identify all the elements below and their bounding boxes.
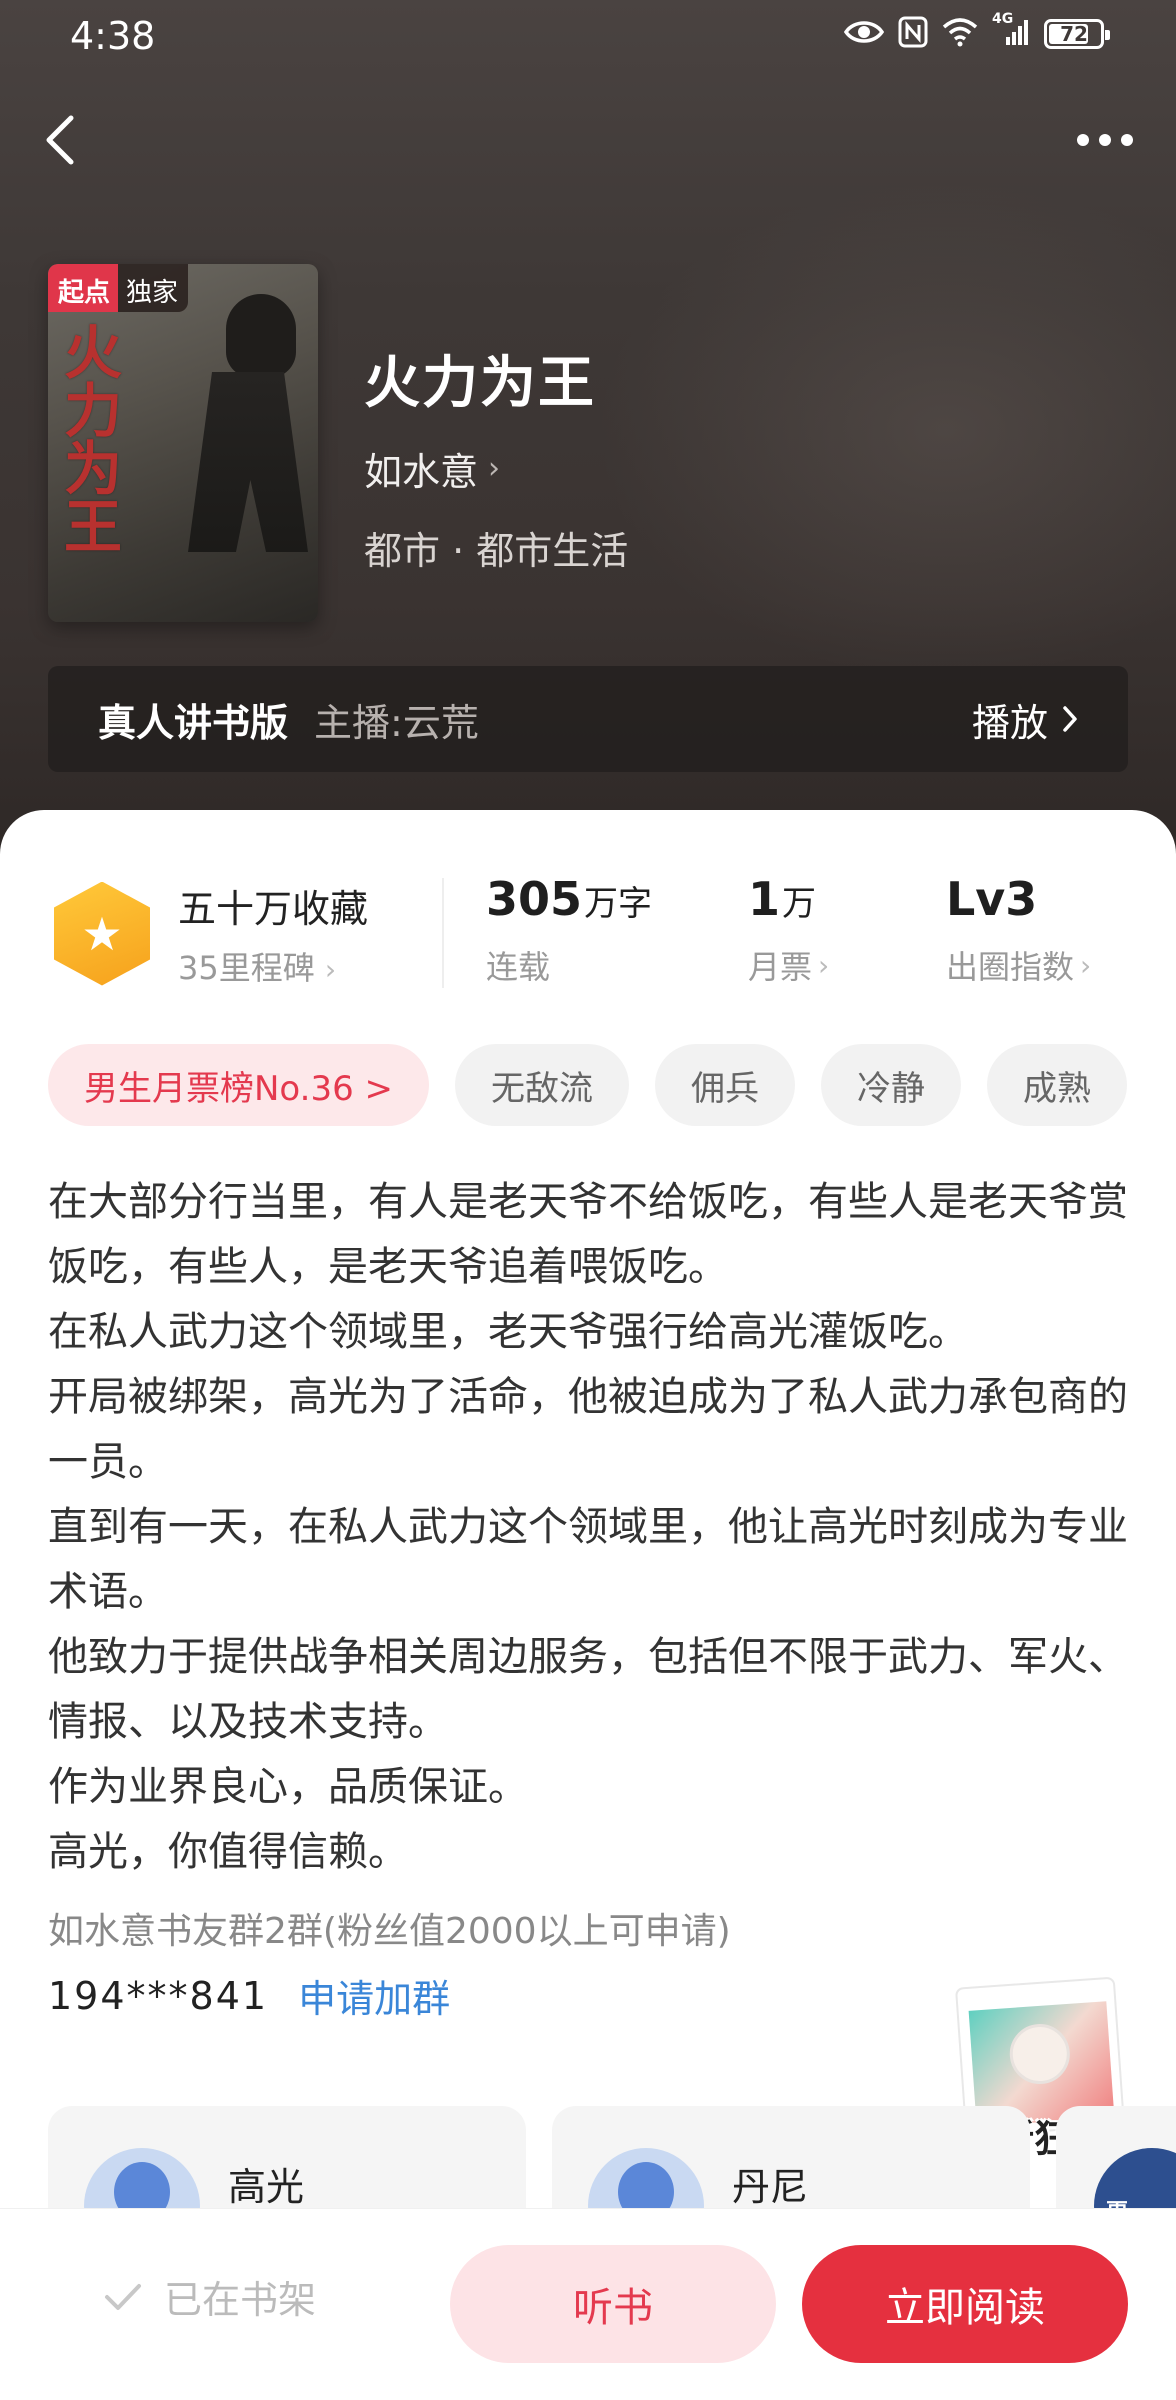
tag-item[interactable]: 冷静 xyxy=(821,1044,962,1126)
book-header: 4:38 4G 72 火力为王 起点 独家 火力为王 如水意 › 都市 · 都市… xyxy=(0,0,1176,860)
honor-milestone[interactable]: ★ 五十万收藏 35里程碑 › xyxy=(54,878,368,989)
battery-icon: 72 xyxy=(1044,19,1110,49)
shelf-label: 已在书架 xyxy=(164,2278,317,2322)
synopsis-paragraph: 在私人武力这个领域里，老天爷强行给高光灌饭吃。 xyxy=(48,1309,968,1355)
book-info: 火力为王 如水意 › 都市 · 都市生活 xyxy=(364,338,628,575)
battery-level: 72 xyxy=(1060,22,1088,46)
popularity-index-stat[interactable]: Lv3 出圈指数 › xyxy=(946,872,1091,988)
divider xyxy=(442,878,444,988)
cover-badge: 起点 独家 xyxy=(48,264,189,312)
more-options-button[interactable] xyxy=(1060,108,1150,172)
more-dots-icon xyxy=(1077,134,1089,146)
author-name: 如水意 xyxy=(364,450,479,494)
listen-button[interactable]: 听书 xyxy=(450,2245,776,2363)
book-genre: 都市 · 都市生活 xyxy=(364,529,629,573)
synopsis-paragraph: 开局被绑架，高光为了活命，他被迫成为了私人武力承包商的一员。 xyxy=(48,1374,1128,1485)
cover-title: 火力为王 xyxy=(54,322,122,554)
character-name: 丹尼 xyxy=(732,2165,809,2209)
in-bookshelf-status: 已在书架 xyxy=(104,2269,316,2324)
ticket-value: 1 xyxy=(748,872,781,926)
popularity-level: Lv3 xyxy=(946,872,1038,926)
synopsis-paragraph: 他致力于提供战争相关周边服务，包括但不限于武力、军火、情报、以及技术支持。 xyxy=(48,1634,1128,1745)
chevron-right-icon: › xyxy=(488,451,501,486)
eye-icon xyxy=(843,18,885,50)
fan-group-title: 如水意书友群2群(粉丝值2000以上可申请) xyxy=(48,1911,731,1952)
synopsis-paragraph: 高光，你值得信赖。 xyxy=(48,1829,408,1875)
word-count-stat: 305 万字 连载 xyxy=(486,872,652,988)
honor-subtitle: 35里程碑 › xyxy=(178,949,337,987)
serial-status: 连载 xyxy=(486,948,551,986)
ticket-label: 月票 xyxy=(748,948,813,986)
chevron-left-icon xyxy=(46,115,74,165)
wifi-icon xyxy=(942,17,978,51)
join-group-link[interactable]: 申请加群 xyxy=(298,1968,450,2023)
status-time: 4:38 xyxy=(70,14,156,58)
chevron-right-icon: › xyxy=(1080,948,1092,982)
audio-edition-label: 真人讲书版 xyxy=(98,700,289,745)
synopsis-paragraph: 直到有一天，在私人武力这个领域里，他让高光时刻成为专业术语。 xyxy=(48,1504,1128,1615)
popularity-label: 出圈指数 xyxy=(946,948,1075,986)
book-title: 火力为王 xyxy=(364,350,596,416)
tag-item[interactable]: 成熟 xyxy=(987,1044,1128,1126)
synopsis-paragraph: 在大部分行当里，有人是老天爷不给饭吃，有些人是老天爷赏饭吃，有些人，是老天爷追着… xyxy=(48,1179,1128,1290)
ticket-unit: 万 xyxy=(782,884,817,924)
status-icons: 4G 72 xyxy=(843,11,1110,52)
book-synopsis[interactable]: 在大部分行当里，有人是老天爷不给饭吃，有些人是老天爷赏饭吃，有些人，是老天爷追着… xyxy=(48,1170,1138,1885)
author-link[interactable]: 如水意 › xyxy=(364,441,628,496)
nfc-icon xyxy=(898,16,928,52)
audio-edition-bar[interactable]: 真人讲书版 主播:云荒 播放 xyxy=(48,666,1128,772)
chevron-right-icon: › xyxy=(818,948,830,982)
synopsis-paragraph: 作为业界良心，品质保证。 xyxy=(48,1764,528,1810)
checkmark-icon xyxy=(105,2283,141,2310)
back-button[interactable] xyxy=(30,108,90,172)
play-label: 播放 xyxy=(971,700,1048,745)
tag-item[interactable]: 佣兵 xyxy=(655,1044,796,1126)
book-detail-panel: ★ 五十万收藏 35里程碑 › 305 万字 连载 1万 月票 › Lv3 出圈指数… xyxy=(0,810,1176,2226)
cover-badge-exclusive: 独家 xyxy=(118,264,189,312)
network-type-label: 4G xyxy=(992,11,1014,27)
top-navigation xyxy=(0,100,1176,180)
fan-group: 如水意书友群2群(粉丝值2000以上可申请) 194***841 申请加群 xyxy=(48,1902,1048,2023)
status-bar: 4:38 4G 72 xyxy=(0,0,1176,72)
tag-item[interactable]: 无敌流 xyxy=(455,1044,630,1126)
character-name: 高光 xyxy=(228,2165,305,2209)
book-cover[interactable]: 火力为王 起点 独家 xyxy=(48,264,318,622)
narrator: 主播:云荒 xyxy=(314,700,479,745)
rank-tag[interactable]: 男生月票榜No.36 > xyxy=(48,1044,430,1126)
cellular-signal-icon: 4G xyxy=(992,11,1030,51)
stats-row: ★ 五十万收藏 35里程碑 › 305 万字 连载 1万 月票 › Lv3 出圈指数… xyxy=(0,858,1176,988)
honor-title: 五十万收藏 xyxy=(178,887,369,931)
bottom-action-bar: 已在书架 听书 立即阅读 xyxy=(0,2208,1176,2400)
tag-list: 男生月票榜No.36 > 无敌流 佣兵 冷静 成熟 xyxy=(48,1044,1128,1126)
chevron-right-icon xyxy=(1063,706,1077,732)
read-now-button[interactable]: 立即阅读 xyxy=(802,2245,1128,2363)
monthly-ticket-stat[interactable]: 1万 月票 › xyxy=(748,872,829,988)
cover-badge-brand: 起点 xyxy=(48,264,119,312)
word-count-unit: 万字 xyxy=(584,884,653,924)
star-badge-icon: ★ xyxy=(54,881,150,986)
word-count-value: 305 xyxy=(486,872,583,926)
chevron-right-icon: › xyxy=(324,953,337,986)
play-button[interactable]: 播放 xyxy=(972,692,1078,747)
fan-group-number: 194***841 xyxy=(48,1973,269,2018)
